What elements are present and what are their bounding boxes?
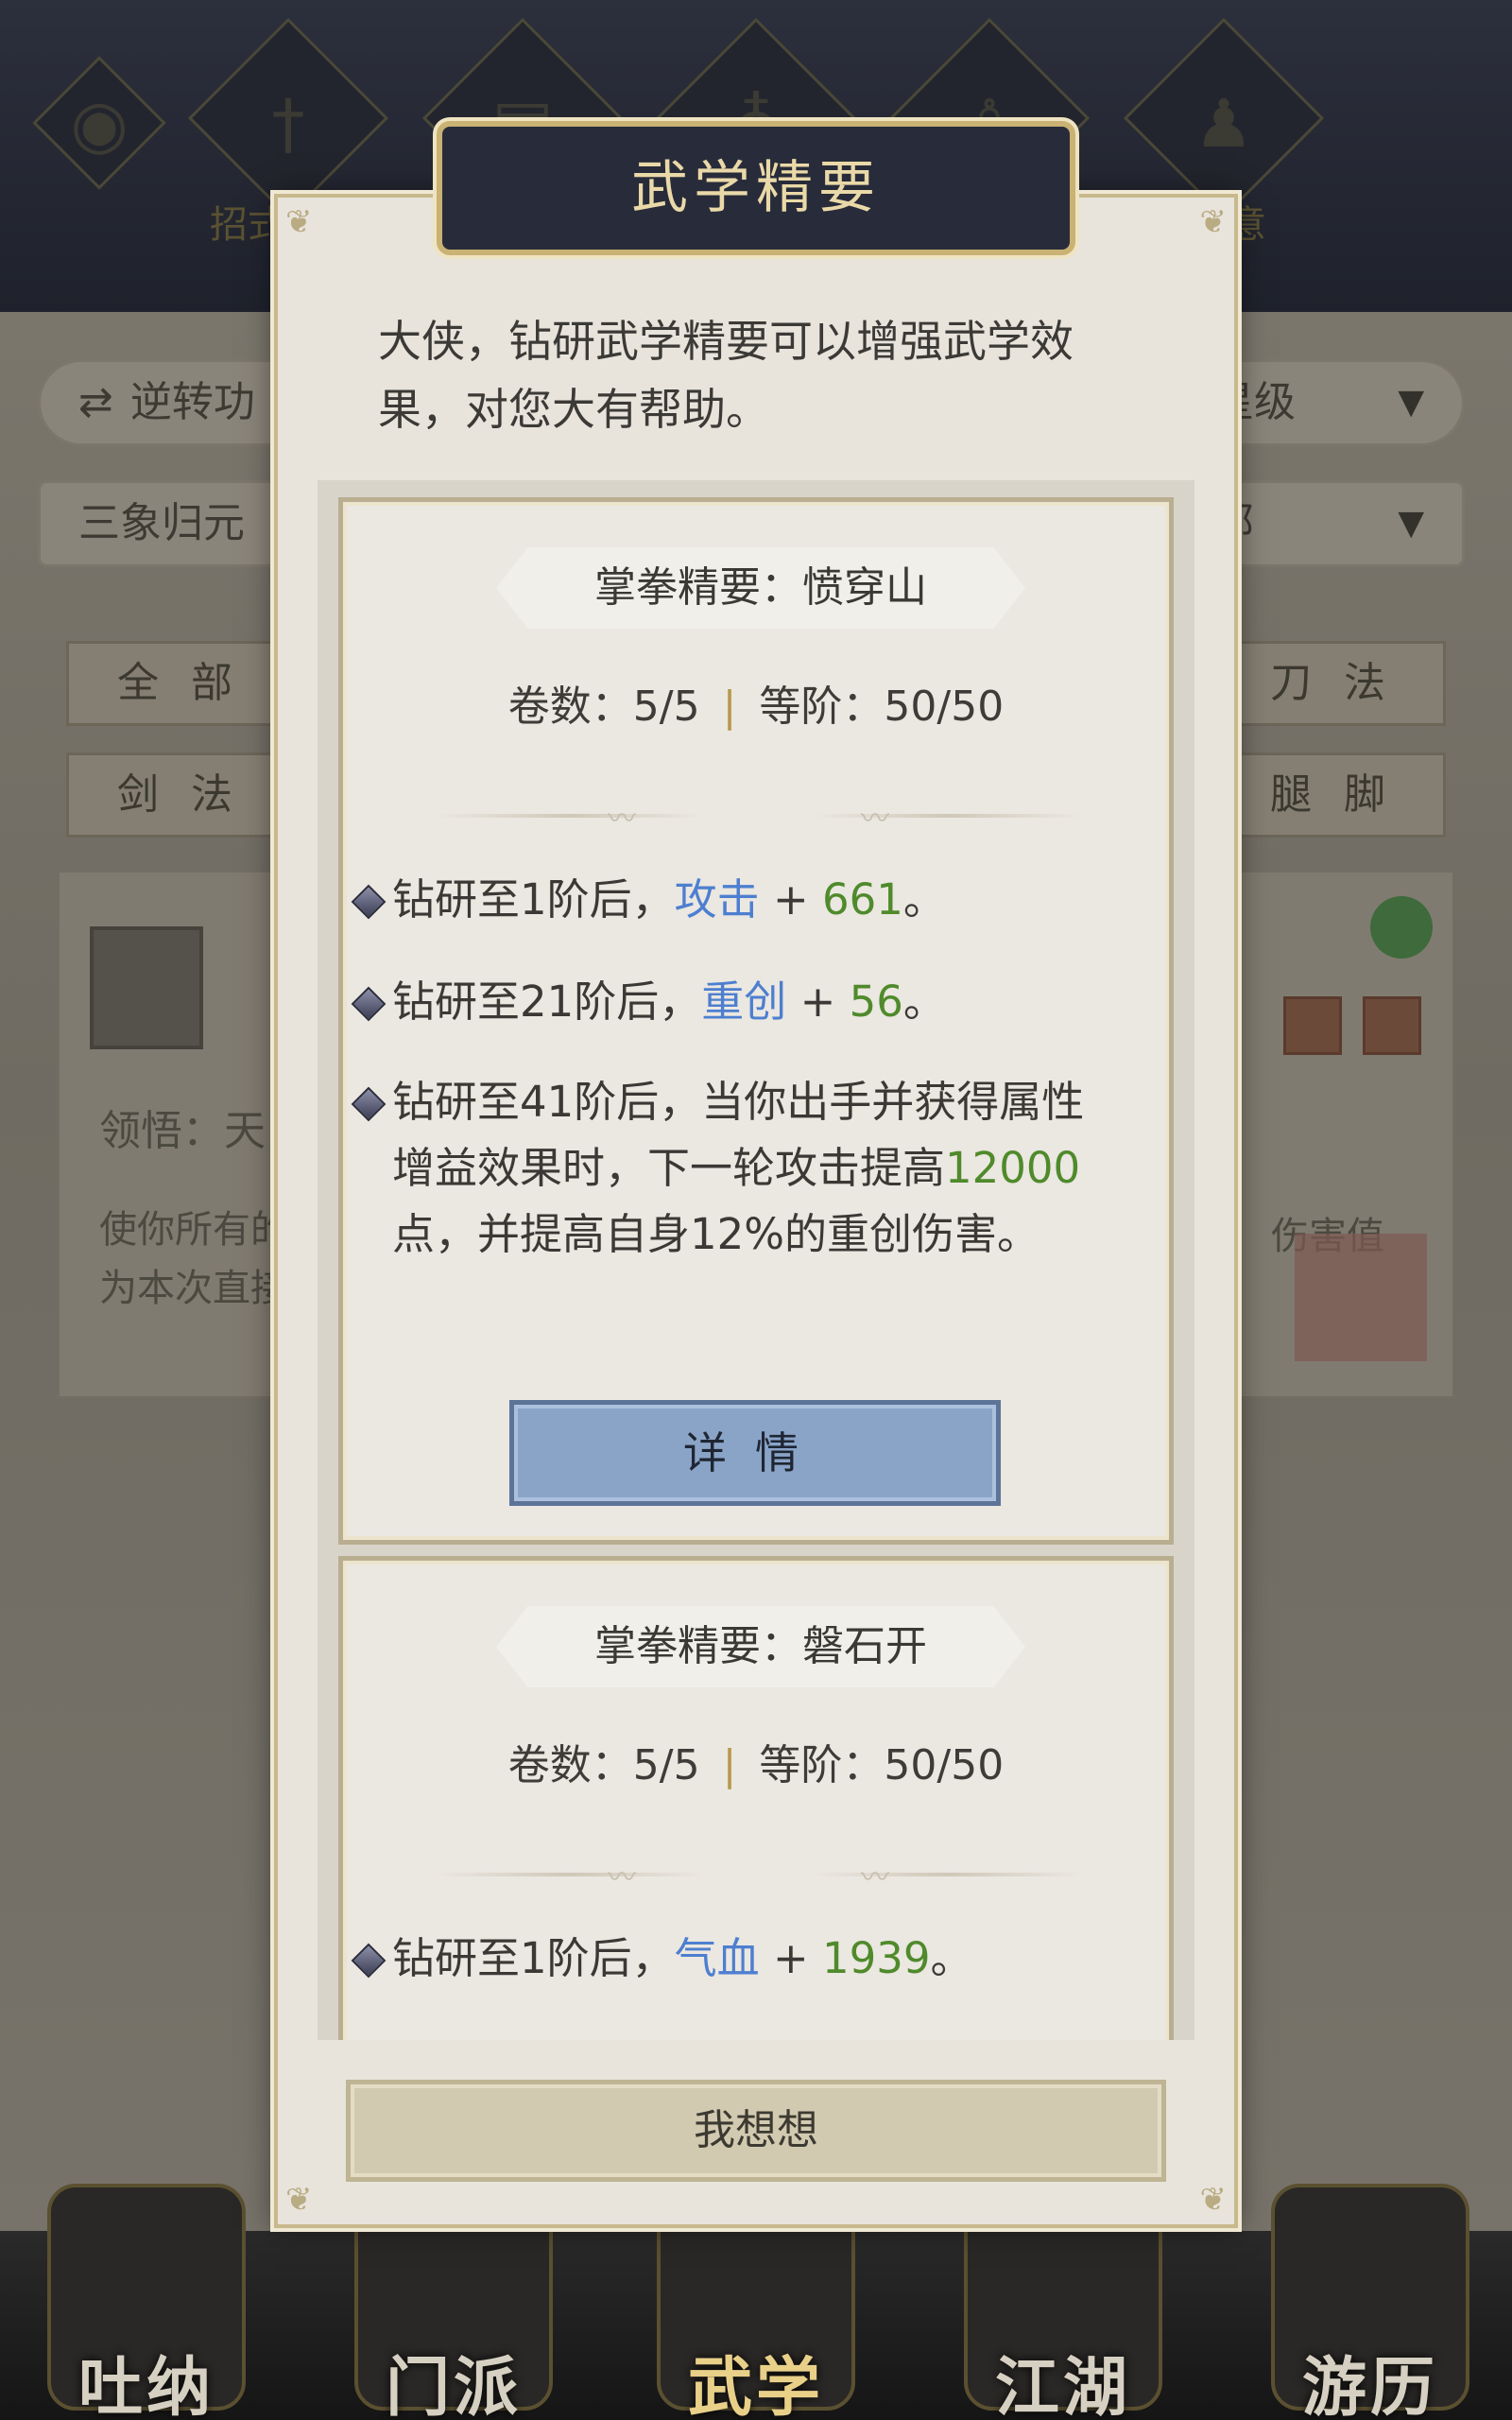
swirl-icon — [1370, 896, 1433, 959]
divider-left — [438, 814, 702, 818]
volumes-label: 卷数： — [507, 683, 633, 731]
skill-icon-2[interactable] — [1363, 996, 1421, 1055]
effect-item: 钻研至21阶后，重创 + 56。 — [351, 969, 1110, 1035]
volumes-value: 5/5 — [632, 683, 700, 731]
eye-icon: ◉ — [70, 85, 129, 163]
divider-ornament: 〰 — [861, 1861, 889, 1894]
diamond-bullet-icon — [351, 1086, 387, 1122]
diamond-bullet-icon — [351, 884, 387, 920]
rank-value: 50/50 — [884, 1741, 1005, 1789]
nav-label-sect: 门派 — [385, 2351, 522, 2420]
tag-legs[interactable]: 腿 脚 — [1219, 752, 1446, 838]
effect-plus: + — [759, 874, 822, 925]
divider-ornament: 〰 — [608, 1861, 636, 1894]
skill-select-label: 三象归元 — [78, 499, 245, 547]
corner-ornament: ❦ — [1199, 2181, 1228, 2219]
effect-prefix: 钻研至21阶后， — [392, 977, 702, 1027]
nav-label-jianghu: 江湖 — [994, 2351, 1131, 2420]
swap-icon: ⇄ — [78, 378, 113, 426]
comprehend-label: 领悟：天 — [99, 1107, 266, 1155]
divider-right — [816, 1873, 1080, 1876]
essential-title: 掌拳精要：磐石开 — [496, 1606, 1025, 1687]
nav-label-breath: 吐纳 — [77, 2351, 215, 2420]
chevron-down-icon: ▼ — [1398, 383, 1424, 422]
chevron-down-icon: ▼ — [1398, 504, 1424, 543]
tag-all[interactable]: 全 部 — [66, 641, 293, 726]
effect-stat-name: 攻击 — [674, 874, 760, 925]
effect-item: 钻研至1阶后，攻击 + 661。 — [351, 867, 1110, 933]
seal-stamp — [1295, 1234, 1427, 1361]
effect-item: 钻研至41阶后，当你出手并获得属性增益效果时，下一轮攻击提高12000点，并提高… — [351, 1069, 1110, 1268]
essential-card: 掌拳精要：磐石开 卷数：5/5 | 等阶：50/50 〰 〰 钻研至1阶后，气血 +… — [338, 1556, 1174, 2040]
think-it-over-button[interactable]: 我想想 — [346, 2080, 1166, 2182]
essential-stats: 卷数：5/5 | 等阶：50/50 — [343, 1731, 1169, 1791]
divider-left — [438, 1873, 702, 1876]
effect-prefix: 钻研至1阶后， — [392, 1933, 675, 1983]
nav-label-travel: 游历 — [1301, 2351, 1438, 2420]
corner-ornament: ❦ — [1199, 203, 1228, 241]
effect-stat-name: 气血 — [674, 1933, 760, 1983]
essential-stats: 卷数：5/5 | 等阶：50/50 — [343, 672, 1169, 733]
effect-value: 661 — [821, 874, 903, 925]
sword-icon: † — [271, 85, 305, 163]
effect-plus: + — [786, 977, 850, 1027]
tag-sword[interactable]: 剑 法 — [66, 752, 293, 838]
reverse-label: 逆转功 — [129, 378, 255, 426]
rank-label: 等阶： — [759, 1741, 885, 1789]
effect-item: 钻研至1阶后，气血 + 1939。 — [351, 1926, 1110, 1992]
stats-separator: | — [722, 1741, 737, 1789]
stance-icon: ♟ — [1194, 85, 1254, 163]
effect-value: 1939 — [821, 1933, 931, 1983]
effect-stat-name: 重创 — [701, 977, 787, 1027]
upgrade-badge-icon[interactable] — [90, 926, 203, 1049]
tag-blade[interactable]: 刀 法 — [1219, 641, 1446, 726]
divider-ornament: 〰 — [608, 803, 636, 836]
rank-value: 50/50 — [884, 683, 1005, 731]
effect-value: 12000 — [945, 1143, 1081, 1193]
divider-ornament: 〰 — [861, 803, 889, 836]
effect-plus: + — [759, 1933, 822, 1983]
details-button[interactable]: 详情 — [509, 1400, 1001, 1506]
skill-icon-1[interactable] — [1283, 996, 1342, 1055]
corner-ornament: ❦ — [285, 203, 313, 241]
volumes-value: 5/5 — [632, 1741, 700, 1789]
volumes-label: 卷数： — [507, 1741, 633, 1789]
effect-end: 。 — [902, 977, 946, 1027]
corner-ornament: ❦ — [285, 2181, 313, 2219]
diamond-bullet-icon — [351, 986, 387, 1022]
stats-separator: | — [722, 683, 737, 731]
essential-title: 掌拳精要：愤穿山 — [496, 547, 1025, 629]
dialog-intro-text: 大侠，钻研武学精要可以增强武学效果，对您大有帮助。 — [378, 316, 1074, 435]
dialog-title: 武学精要 — [631, 155, 881, 221]
essentials-scroll-list[interactable]: 掌拳精要：愤穿山 卷数：5/5 | 等阶：50/50 〰 〰 钻研至1阶后，攻击 +… — [318, 480, 1194, 2040]
effect-end: 。 — [930, 1933, 973, 1983]
skill-description: 使你所有的 为本次直接 — [99, 1208, 288, 1310]
essential-card: 掌拳精要：愤穿山 卷数：5/5 | 等阶：50/50 〰 〰 钻研至1阶后，攻击 +… — [338, 497, 1174, 1545]
dialog-title-plate: 武学精要 — [437, 121, 1075, 255]
divider-right — [816, 814, 1080, 818]
nav-label-martial: 武学 — [687, 2351, 824, 2420]
diamond-bullet-icon — [351, 1943, 387, 1979]
effect-prefix: 钻研至1阶后， — [392, 874, 675, 925]
effect-end: 。 — [902, 874, 946, 925]
effect-value: 56 — [849, 977, 903, 1027]
effect-end: 点，并提高自身12%的重创伤害。 — [392, 1209, 1040, 1259]
rank-label: 等阶： — [759, 683, 885, 731]
